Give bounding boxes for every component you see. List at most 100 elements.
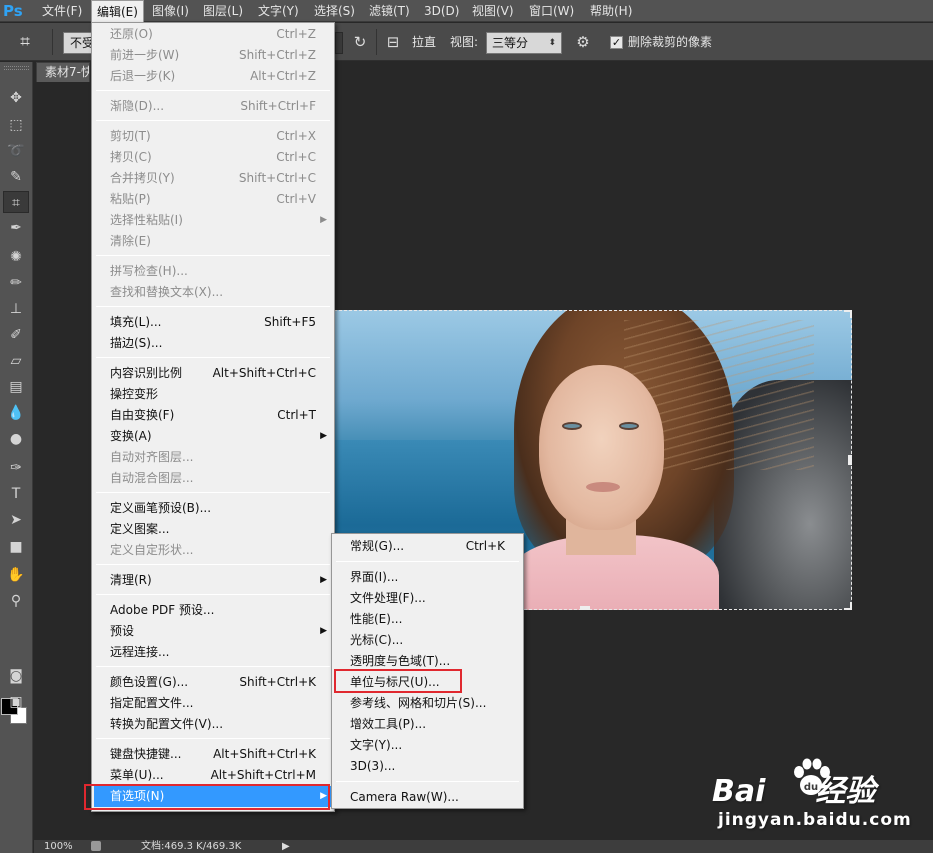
crop-icon[interactable]: ⌗ — [14, 32, 36, 52]
eraser-icon[interactable]: ▱ — [3, 350, 29, 372]
menu-view[interactable]: 视图(V) — [467, 0, 519, 22]
menu-item[interactable]: 首选项(N) ▶ — [94, 786, 332, 807]
menu-item[interactable]: 文字(Y)... — [334, 735, 521, 756]
menu-item[interactable]: Adobe PDF 预设... — [94, 600, 332, 621]
blur-icon[interactable]: 💧 — [3, 402, 29, 424]
menu-item[interactable]: 光标(C)... — [334, 630, 521, 651]
delete-cropped-checkbox[interactable]: ✓ — [610, 36, 623, 49]
dodge-icon[interactable]: ● — [3, 428, 29, 450]
pen-icon[interactable]: ✑ — [3, 457, 29, 479]
crop-handle-bottom-middle[interactable] — [580, 606, 590, 610]
hand-icon[interactable]: ✋ — [3, 564, 29, 586]
menu-item[interactable]: 前进一步(W) Shift+Ctrl+Z — [94, 45, 332, 66]
menu-item[interactable]: 粘贴(P) Ctrl+V — [94, 189, 332, 210]
history-brush-icon[interactable]: ✐ — [3, 324, 29, 346]
lasso-icon[interactable]: ➰ — [3, 140, 29, 162]
crop-handle-middle-right[interactable] — [848, 455, 852, 465]
ratio-dropdown[interactable]: 不受 — [63, 32, 93, 54]
menu-item[interactable]: 还原(O) Ctrl+Z — [94, 24, 332, 45]
document-info: 文档:469.3 K/469.3K — [141, 841, 242, 852]
menu-item[interactable]: 操控变形 — [94, 384, 332, 405]
menu-item[interactable]: 定义画笔预设(B)... — [94, 498, 332, 519]
menu-item[interactable]: 自动混合图层... — [94, 468, 332, 489]
menu-item[interactable]: 透明度与色域(T)... — [334, 651, 521, 672]
marquee-icon[interactable]: ⬚ — [3, 114, 29, 136]
zoom-icon[interactable]: ⚲ — [3, 590, 29, 612]
menu-item[interactable]: 变换(A) ▶ — [94, 426, 332, 447]
status-icon[interactable] — [91, 841, 101, 851]
menu-item[interactable]: 渐隐(D)... Shift+Ctrl+F — [94, 96, 332, 117]
menu-file[interactable]: 文件(F) — [37, 0, 87, 22]
status-menu-arrow-icon[interactable]: ▶ — [282, 840, 290, 853]
move-icon[interactable]: ✥ — [3, 87, 29, 109]
menu-item[interactable]: 单位与标尺(U)... — [334, 672, 521, 693]
menu-item[interactable]: 指定配置文件... — [94, 693, 332, 714]
brush-icon[interactable]: ✏ — [3, 272, 29, 294]
gradient-icon[interactable]: ▤ — [3, 376, 29, 398]
menu-item[interactable]: 内容识别比例 Alt+Shift+Ctrl+C — [94, 363, 332, 384]
menu-item[interactable]: 定义图案... — [94, 519, 332, 540]
menu-item[interactable]: 拷贝(C) Ctrl+C — [94, 147, 332, 168]
menu-window[interactable]: 窗口(W) — [524, 0, 579, 22]
menu-item[interactable]: 拼写检查(H)... — [94, 261, 332, 282]
menu-type[interactable]: 文字(Y) — [253, 0, 304, 22]
clear-icon[interactable]: ↻ — [351, 33, 369, 51]
menu-item[interactable]: 填充(L)... Shift+F5 — [94, 312, 332, 333]
stamp-icon[interactable]: ⊥ — [3, 298, 29, 320]
screen-mode-icon[interactable]: ▣ — [3, 691, 29, 713]
menu-item[interactable]: 性能(E)... — [334, 609, 521, 630]
menu-item[interactable]: 查找和替换文本(X)... — [94, 282, 332, 303]
menu-item[interactable]: 自由变换(F) Ctrl+T — [94, 405, 332, 426]
menu-item[interactable]: 定义自定形状... — [94, 540, 332, 561]
menu-item[interactable]: 键盘快捷键... Alt+Shift+Ctrl+K — [94, 744, 332, 765]
healing-icon[interactable]: ✺ — [3, 246, 29, 268]
crop-handle-bottom-right[interactable] — [844, 602, 852, 610]
gear-icon[interactable]: ⚙ — [574, 33, 592, 51]
ratio-height-field[interactable] — [335, 32, 343, 54]
zoom-level[interactable]: 100% — [44, 840, 73, 853]
menu-item[interactable]: 文件处理(F)... — [334, 588, 521, 609]
menu-layer[interactable]: 图层(L) — [198, 0, 248, 22]
type-icon[interactable]: T — [3, 483, 29, 505]
menu-item[interactable]: 描边(S)... — [94, 333, 332, 354]
shape-icon[interactable]: ■ — [3, 536, 29, 558]
menu-help[interactable]: 帮助(H) — [585, 0, 637, 22]
menu-item[interactable]: 剪切(T) Ctrl+X — [94, 126, 332, 147]
menu-item[interactable]: 转换为配置文件(V)... — [94, 714, 332, 735]
menu-item-label: 自动混合图层... — [110, 471, 194, 485]
menu-item[interactable]: 清理(R) ▶ — [94, 570, 332, 591]
menu-filter[interactable]: 滤镜(T) — [364, 0, 415, 22]
menu-item[interactable]: 预设 ▶ — [94, 621, 332, 642]
quick-select-icon[interactable]: ✎ — [3, 166, 29, 188]
view-overlay-select[interactable]: 三等分 ⬍ — [486, 32, 562, 54]
document-tab[interactable]: 素材7-快 — [36, 62, 90, 82]
straighten-icon[interactable]: ⊟ — [384, 33, 402, 51]
menu-item[interactable]: 常规(G)... Ctrl+K — [334, 536, 521, 557]
panel-grip[interactable] — [4, 66, 29, 70]
menu-item[interactable]: 菜单(U)... Alt+Shift+Ctrl+M — [94, 765, 332, 786]
menu-select[interactable]: 选择(S) — [309, 0, 360, 22]
path-select-icon[interactable]: ➤ — [3, 509, 29, 531]
menu-image[interactable]: 图像(I) — [147, 0, 194, 22]
menu-item[interactable]: 合并拷贝(Y) Shift+Ctrl+C — [94, 168, 332, 189]
straighten-label[interactable]: 拉直 — [412, 33, 436, 51]
tools-panel: ✥ ⬚ ➰ ✎ ⌗ ✒ ✺ ✏ ⊥ ✐ ▱ ▤ 💧 ● ✑ T ➤ ■ ✋ ⚲ ◙ ▣ — [0, 62, 33, 853]
menu-item[interactable]: 清除(E) — [94, 231, 332, 252]
menu-item[interactable]: Camera Raw(W)... — [334, 787, 521, 808]
menu-separator — [336, 561, 519, 562]
menu-item[interactable]: 远程连接... — [94, 642, 332, 663]
menu-item[interactable]: 自动对齐图层... — [94, 447, 332, 468]
menu-3d[interactable]: 3D(D) — [419, 0, 464, 22]
crop-handle-top-right[interactable] — [844, 310, 852, 318]
quick-mask-icon[interactable]: ◙ — [3, 665, 29, 687]
menu-item[interactable]: 颜色设置(G)... Shift+Ctrl+K — [94, 672, 332, 693]
menu-item[interactable]: 3D(3)... — [334, 756, 521, 777]
menu-edit[interactable]: 编辑(E) — [91, 0, 144, 22]
menu-item[interactable]: 后退一步(K) Alt+Ctrl+Z — [94, 66, 332, 87]
menu-item[interactable]: 增效工具(P)... — [334, 714, 521, 735]
crop-icon[interactable]: ⌗ — [3, 191, 29, 213]
menu-item[interactable]: 参考线、网格和切片(S)... — [334, 693, 521, 714]
eyedropper-icon[interactable]: ✒ — [3, 217, 29, 239]
menu-item[interactable]: 界面(I)... — [334, 567, 521, 588]
menu-item[interactable]: 选择性粘贴(I) ▶ — [94, 210, 332, 231]
